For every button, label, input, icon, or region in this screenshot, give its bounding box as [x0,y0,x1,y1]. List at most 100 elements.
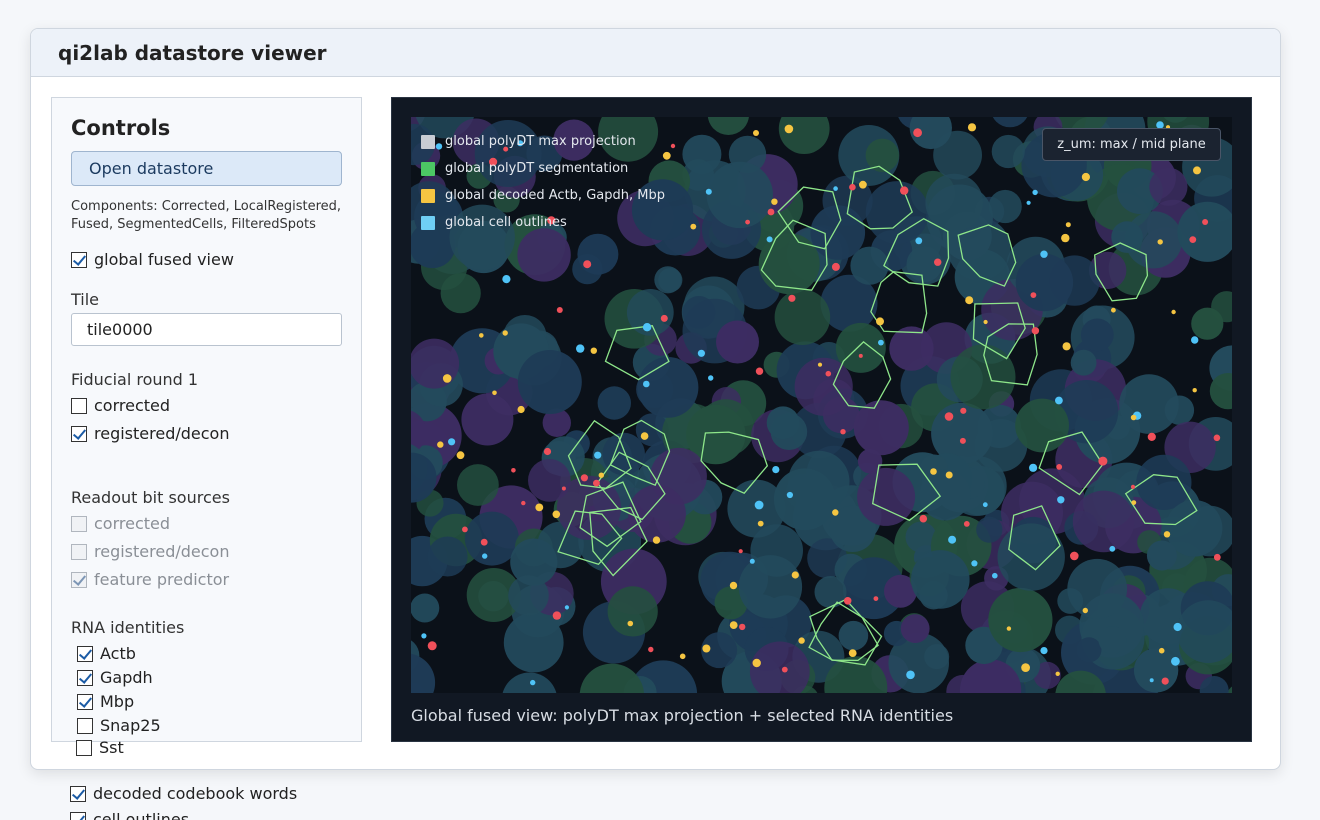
rna-spot [859,180,867,189]
rna-spot [832,509,839,516]
legend-swatch-cell-outlines [421,215,435,230]
cell-outlines-checkbox[interactable]: cell outlines [70,810,189,820]
cell-blob [1015,398,1069,453]
rna-spot [1191,336,1199,344]
rna-spot [840,429,846,435]
rna-snap25-box[interactable] [77,717,93,734]
rna-spot [1161,677,1169,685]
fused-viewer[interactable]: global polyDT max projection global poly… [391,97,1252,742]
decoded-codebook-words-box[interactable] [70,785,86,802]
rna-spot [1213,553,1221,561]
cell-blob [738,555,803,619]
readout-corrected-checkbox: corrected [71,514,170,533]
rna-spot [1173,622,1182,632]
rna-mbp-box[interactable] [77,693,93,710]
cell-blob [440,273,481,314]
cell-blob [637,357,699,418]
cell-blob [838,620,869,651]
rna-spot [437,441,444,448]
app-window: qi2lab datastore viewer Controls Open da… [30,28,1281,770]
fiducial-corrected-box[interactable] [71,397,87,414]
cell-blob [716,320,759,364]
cell-blob [865,138,899,172]
rna-spot [945,471,953,479]
rna-spot [427,641,437,651]
rna-spot [502,330,508,336]
cell-blob [889,326,934,371]
rna-spot [1031,327,1040,335]
fiducial-corrected-checkbox[interactable]: corrected [71,396,170,415]
rna-sst-checkbox[interactable]: Sst [76,738,124,757]
open-datastore-button[interactable]: Open datastore [71,151,342,186]
legend-swatch-decoded [421,188,435,203]
rna-spot [561,486,566,491]
cell-blob [919,469,971,521]
fiducial-corrected-label: corrected [94,396,171,415]
rna-spot [1057,496,1065,504]
global-fused-view-checkbox[interactable]: global fused view [71,250,234,269]
rna-spot [1081,172,1090,182]
controls-panel: Controls Open datastore Components: Corr… [51,97,362,742]
cell-outlines-box[interactable] [70,811,86,820]
cell-blob [1119,374,1179,434]
rna-spot [511,468,516,473]
rna-actb-box[interactable] [77,645,93,662]
rna-spot [786,491,793,499]
rna-spot [781,666,788,673]
fiducial-registered-label: registered/decon [94,424,230,443]
rna-sst-box[interactable] [76,739,92,756]
cell-blob [1111,221,1143,253]
rna-spot [556,307,563,313]
rna-spot [1029,463,1038,472]
decoded-codebook-words-checkbox[interactable]: decoded codebook words [70,784,297,803]
cell-blob [461,393,514,446]
rna-spot [1026,200,1031,205]
rna-spot [757,520,764,527]
rna-spot [1149,678,1154,683]
rna-gapdh-box[interactable] [77,669,93,686]
rna-spot [652,536,661,544]
rna-spot [959,437,966,444]
tile-input[interactable] [71,313,342,346]
rna-actb-checkbox[interactable]: Actb [77,644,136,663]
rna-spot [1130,414,1137,421]
cell-blob [517,228,571,282]
rna-spot [456,451,465,460]
fiducial-round-label: Fiducial round 1 [71,370,199,389]
rna-spot [963,521,970,527]
rna-spot [705,188,712,195]
legend-item-polydt-max: global polyDT max projection [421,128,665,155]
rna-spot [648,646,654,653]
cell-blob [991,134,1025,169]
rna-spot [1021,663,1030,672]
cell-blob [976,516,1003,543]
rna-spot [771,198,778,205]
rna-spot [913,128,922,138]
readout-feature-predictor-box [71,571,87,588]
fiducial-registered-box[interactable] [71,425,87,442]
global-fused-view-box[interactable] [71,251,87,268]
cell-blob [508,575,549,616]
rna-spot [576,344,585,353]
rna-spot [421,633,427,639]
rna-spot [971,560,978,567]
rna-sst-label: Sst [99,738,124,757]
cell-blob [911,550,970,609]
rna-spot [919,514,928,523]
rna-spot [643,380,650,388]
rna-spot [593,479,600,487]
rna-identities-label: RNA identities [71,618,185,637]
rna-snap25-checkbox[interactable]: Snap25 [77,716,161,735]
cell-blob [773,468,836,531]
rna-spot [967,123,977,132]
cell-blob [794,357,853,416]
fiducial-registered-checkbox[interactable]: registered/decon [71,424,229,443]
rna-gapdh-checkbox[interactable]: Gapdh [77,668,153,687]
rna-mbp-checkbox[interactable]: Mbp [77,692,134,711]
rna-spot [753,130,759,136]
rna-spot [708,375,714,381]
rna-spot [1189,236,1197,243]
cell-blob [857,467,916,526]
readout-registered-box [71,543,87,560]
rna-spot [738,549,743,554]
